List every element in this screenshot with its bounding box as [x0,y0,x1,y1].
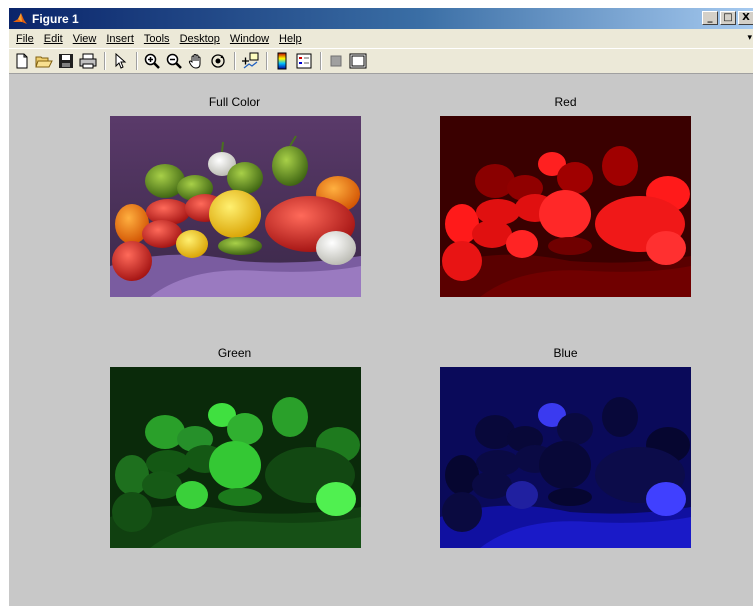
toolbar-separator [136,52,138,70]
menu-view[interactable]: View [68,33,102,45]
figure-toolbar [9,48,753,74]
save-icon[interactable] [56,51,76,71]
image-axes-green[interactable] [110,367,361,548]
title-bar[interactable]: Figure 1 _ □ X [9,8,753,29]
zoom-in-icon[interactable] [142,51,162,71]
peppers-image-full-color [110,116,361,297]
menu-file[interactable]: File [11,33,39,45]
menu-tools-label: Tools [143,32,170,45]
menu-tools[interactable]: Tools [139,33,175,45]
close-button[interactable]: X [738,11,753,25]
menu-window-label: Window [229,32,270,45]
image-axes-blue[interactable] [440,367,691,548]
figure-window: Figure 1 _ □ X File Edit View Insert Too… [8,8,753,606]
open-file-icon[interactable] [34,51,54,71]
hide-plot-tools-icon[interactable] [326,51,346,71]
menu-bar: File Edit View Insert Tools Desktop Wind… [9,29,753,48]
toolbar-separator [104,52,106,70]
menu-overflow-icon[interactable]: ▾ [747,32,752,43]
axes-title-green: Green [217,346,252,360]
menu-insert[interactable]: Insert [101,33,139,45]
peppers-image-red [440,116,691,297]
menu-help-label: Help [279,32,302,45]
show-plot-tools-icon[interactable] [348,51,368,71]
pan-hand-icon[interactable] [186,51,206,71]
toolbar-separator [320,52,322,70]
edit-plot-arrow-icon[interactable] [110,51,130,71]
menu-desktop-label: Desktop [179,32,220,45]
minimize-button[interactable]: _ [702,11,718,25]
menu-insert-label: Insert [106,32,134,45]
image-axes-full-color[interactable] [110,116,361,297]
image-axes-red[interactable] [440,116,691,297]
window-title: Figure 1 [32,11,79,26]
rotate-3d-icon[interactable] [208,51,228,71]
axes-title-full-color: Full Color [208,95,261,109]
new-figure-icon[interactable] [12,51,32,71]
toolbar-separator [234,52,236,70]
matlab-logo-icon [12,11,28,27]
menu-desktop[interactable]: Desktop [175,33,225,45]
maximize-button[interactable]: □ [720,11,736,25]
peppers-image-blue [440,367,691,548]
peppers-image-green [110,367,361,548]
menu-edit[interactable]: Edit [39,33,68,45]
menu-help[interactable]: Help [274,33,307,45]
menu-view-label: View [72,32,97,45]
legend-icon[interactable] [294,51,314,71]
menu-edit-label: Edit [43,32,63,45]
zoom-out-icon[interactable] [164,51,184,71]
colorbar-icon[interactable] [272,51,292,71]
toolbar-separator [266,52,268,70]
print-icon[interactable] [78,51,98,71]
axes-title-blue: Blue [553,346,578,360]
menu-file-label: File [16,32,34,45]
axes-title-red: Red [554,95,577,109]
menu-window[interactable]: Window [225,33,274,45]
data-cursor-icon[interactable] [240,51,260,71]
